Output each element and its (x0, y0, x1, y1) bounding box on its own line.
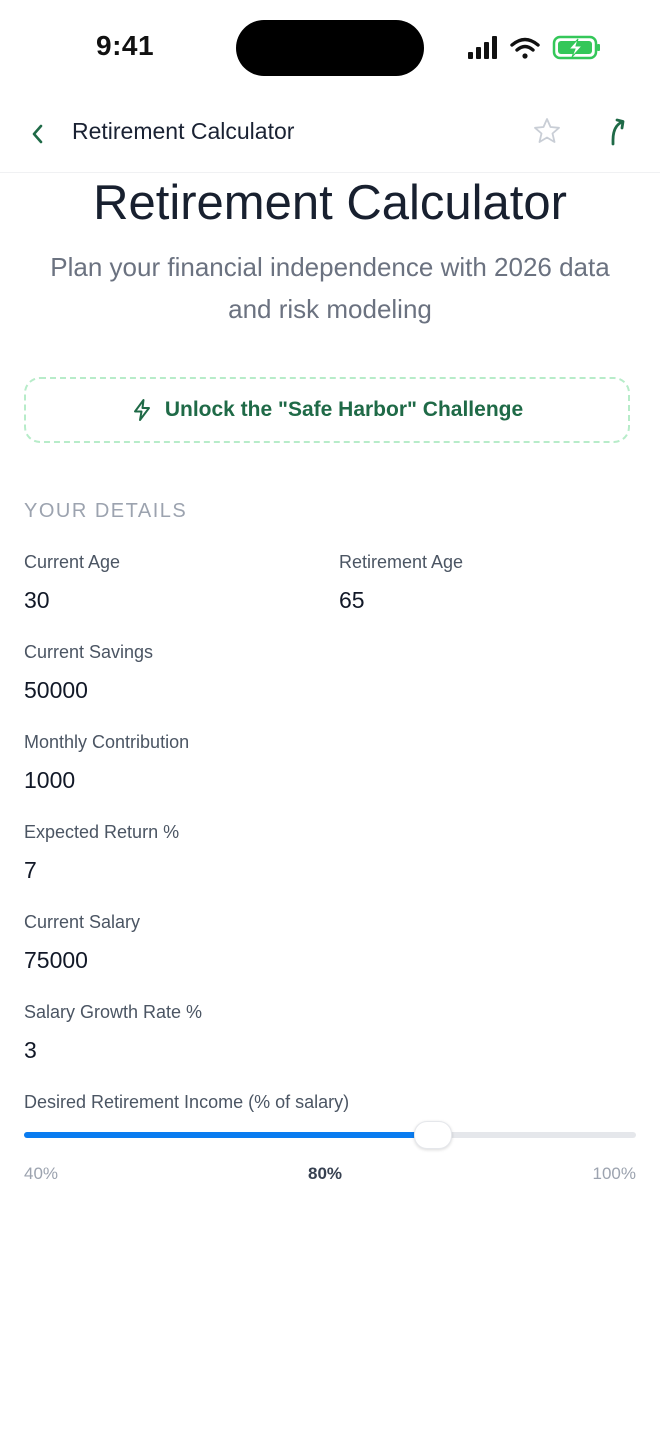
current-salary-field-group: Current Salary (24, 912, 304, 974)
current-age-label: Current Age (24, 552, 121, 572)
salary-growth-input[interactable] (24, 1037, 304, 1064)
status-bar: 9:41 (0, 0, 660, 96)
salary-growth-label: Salary Growth Rate % (24, 1002, 203, 1022)
challenge-label: Unlock the "Safe Harbor" Challenge (164, 398, 524, 421)
cellular-signal-icon (468, 36, 497, 59)
slider-min-label: 40% (24, 1164, 59, 1183)
favorite-button[interactable] (532, 116, 562, 148)
monthly-contribution-field-group: Monthly Contribution (24, 732, 304, 794)
monthly-contribution-label: Monthly Contribution (24, 732, 190, 752)
safe-harbor-challenge-button[interactable]: Unlock the "Safe Harbor" Challenge (24, 377, 630, 443)
chevron-left-icon (32, 124, 43, 144)
retirement-income-label: Desired Retirement Income (% of salary) (24, 1092, 350, 1112)
expected-return-field-group: Expected Return % (24, 822, 304, 884)
current-savings-field-group: Current Savings (24, 642, 304, 704)
section-header-your-details: YOUR DETAILS (24, 500, 188, 522)
slider-max-label: 100% (592, 1164, 636, 1183)
nav-title: Retirement Calculator (72, 118, 295, 144)
dynamic-island (236, 20, 424, 76)
retirement-age-input[interactable] (339, 587, 619, 614)
status-icons (466, 34, 602, 62)
current-savings-input[interactable] (24, 677, 304, 704)
salary-growth-field-group: Salary Growth Rate % (24, 1002, 304, 1064)
current-salary-label: Current Salary (24, 912, 141, 932)
expected-return-input[interactable] (24, 857, 304, 884)
star-outline-icon (534, 118, 560, 143)
retirement-age-label: Retirement Age (339, 552, 464, 572)
page-subtitle: Plan your financial independence with 20… (50, 252, 610, 324)
current-savings-label: Current Savings (24, 642, 154, 662)
monthly-contribution-input[interactable] (24, 767, 304, 794)
expected-return-label: Expected Return % (24, 822, 180, 842)
slider-current-value: 80% (307, 1164, 343, 1183)
status-time: 9:41 (96, 30, 155, 61)
wifi-icon (510, 37, 540, 59)
share-arrow-icon (611, 118, 625, 146)
nav-bar: Retirement Calculator (0, 96, 660, 173)
retirement-income-slider[interactable] (24, 1121, 636, 1149)
current-age-field-group: Current Age (24, 552, 304, 614)
battery-charging-icon (552, 35, 600, 60)
current-age-input[interactable] (24, 587, 304, 614)
retirement-age-field-group: Retirement Age (339, 552, 619, 614)
lightning-bolt-icon (133, 399, 150, 421)
share-button[interactable] (604, 114, 634, 148)
current-salary-input[interactable] (24, 947, 304, 974)
page-title: Retirement Calculator (93, 176, 567, 230)
slider-thumb[interactable] (414, 1121, 452, 1149)
slider-fill (24, 1132, 432, 1138)
back-button[interactable] (22, 116, 52, 152)
